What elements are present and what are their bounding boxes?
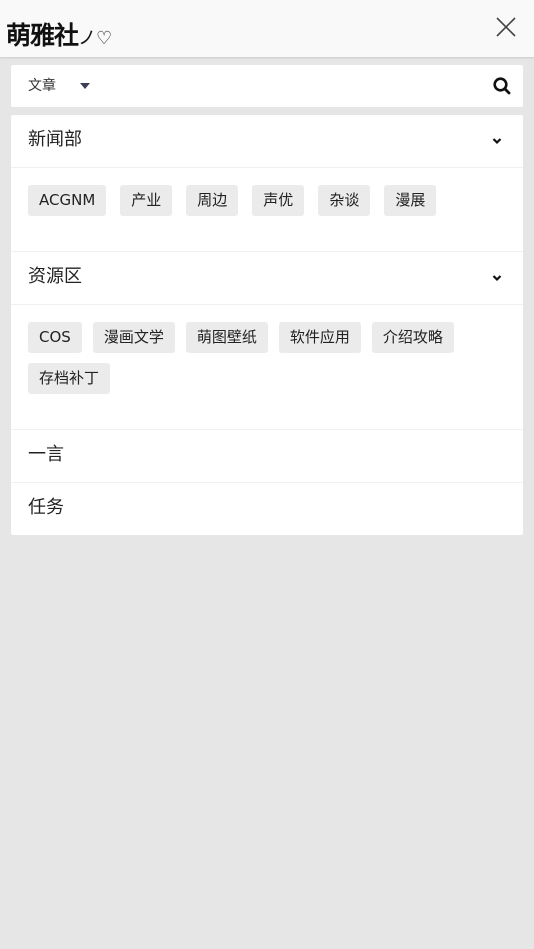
close-icon xyxy=(496,17,516,37)
tag-cos[interactable]: COS xyxy=(28,322,82,353)
tag-chat[interactable]: 杂谈 xyxy=(318,185,371,216)
tag-saves-patches[interactable]: 存档补丁 xyxy=(28,363,111,394)
tag-industry[interactable]: 产业 xyxy=(120,185,173,216)
search-bar: 文章 xyxy=(11,65,523,107)
close-button[interactable] xyxy=(494,15,518,39)
chevron-down-icon xyxy=(492,275,502,282)
menu-item-hitokoto[interactable]: 一言 xyxy=(11,430,523,483)
search-button[interactable] xyxy=(492,76,512,96)
search-icon xyxy=(493,77,511,95)
tag-merch[interactable]: 周边 xyxy=(186,185,239,216)
section-header-news[interactable]: 新闻部 xyxy=(11,115,523,168)
tag-wallpapers[interactable]: 萌图壁纸 xyxy=(185,322,268,353)
top-bar: 萌雅社ノ♡ xyxy=(0,0,534,57)
logo-suffix: ノ♡ xyxy=(78,28,113,49)
tag-expo[interactable]: 漫展 xyxy=(384,185,437,216)
tag-software[interactable]: 软件应用 xyxy=(278,322,361,353)
search-type-select[interactable]: 文章 xyxy=(28,65,56,107)
caret-down-icon[interactable] xyxy=(80,83,90,89)
section-title: 新闻部 xyxy=(28,129,82,150)
tag-guides[interactable]: 介绍攻略 xyxy=(371,322,454,353)
news-tag-list: ACGNM 产业 周边 声优 杂谈 漫展 xyxy=(11,168,523,252)
resource-tag-list: COS 漫画文学 萌图壁纸 软件应用 介绍攻略存档补丁 xyxy=(11,305,523,430)
section-title: 资源区 xyxy=(28,266,82,287)
logo-text: 萌雅社 xyxy=(6,21,79,50)
search-input[interactable] xyxy=(106,71,480,103)
menu-panel: 新闻部 ACGNM 产业 周边 声优 杂谈 漫展 资源区 COS 漫画文学 萌图壁纸 软件应用介… xyxy=(11,115,523,535)
tag-acgnm[interactable]: ACGNM xyxy=(28,185,107,216)
site-logo[interactable]: 萌雅社ノ♡ xyxy=(6,20,112,55)
section-header-resources[interactable]: 资源区 xyxy=(11,252,523,305)
tag-manga-literature[interactable]: 漫画文学 xyxy=(92,322,175,353)
chevron-down-icon xyxy=(492,138,502,145)
menu-item-tasks[interactable]: 任务 xyxy=(11,483,523,535)
tag-voice-actors[interactable]: 声优 xyxy=(252,185,305,216)
